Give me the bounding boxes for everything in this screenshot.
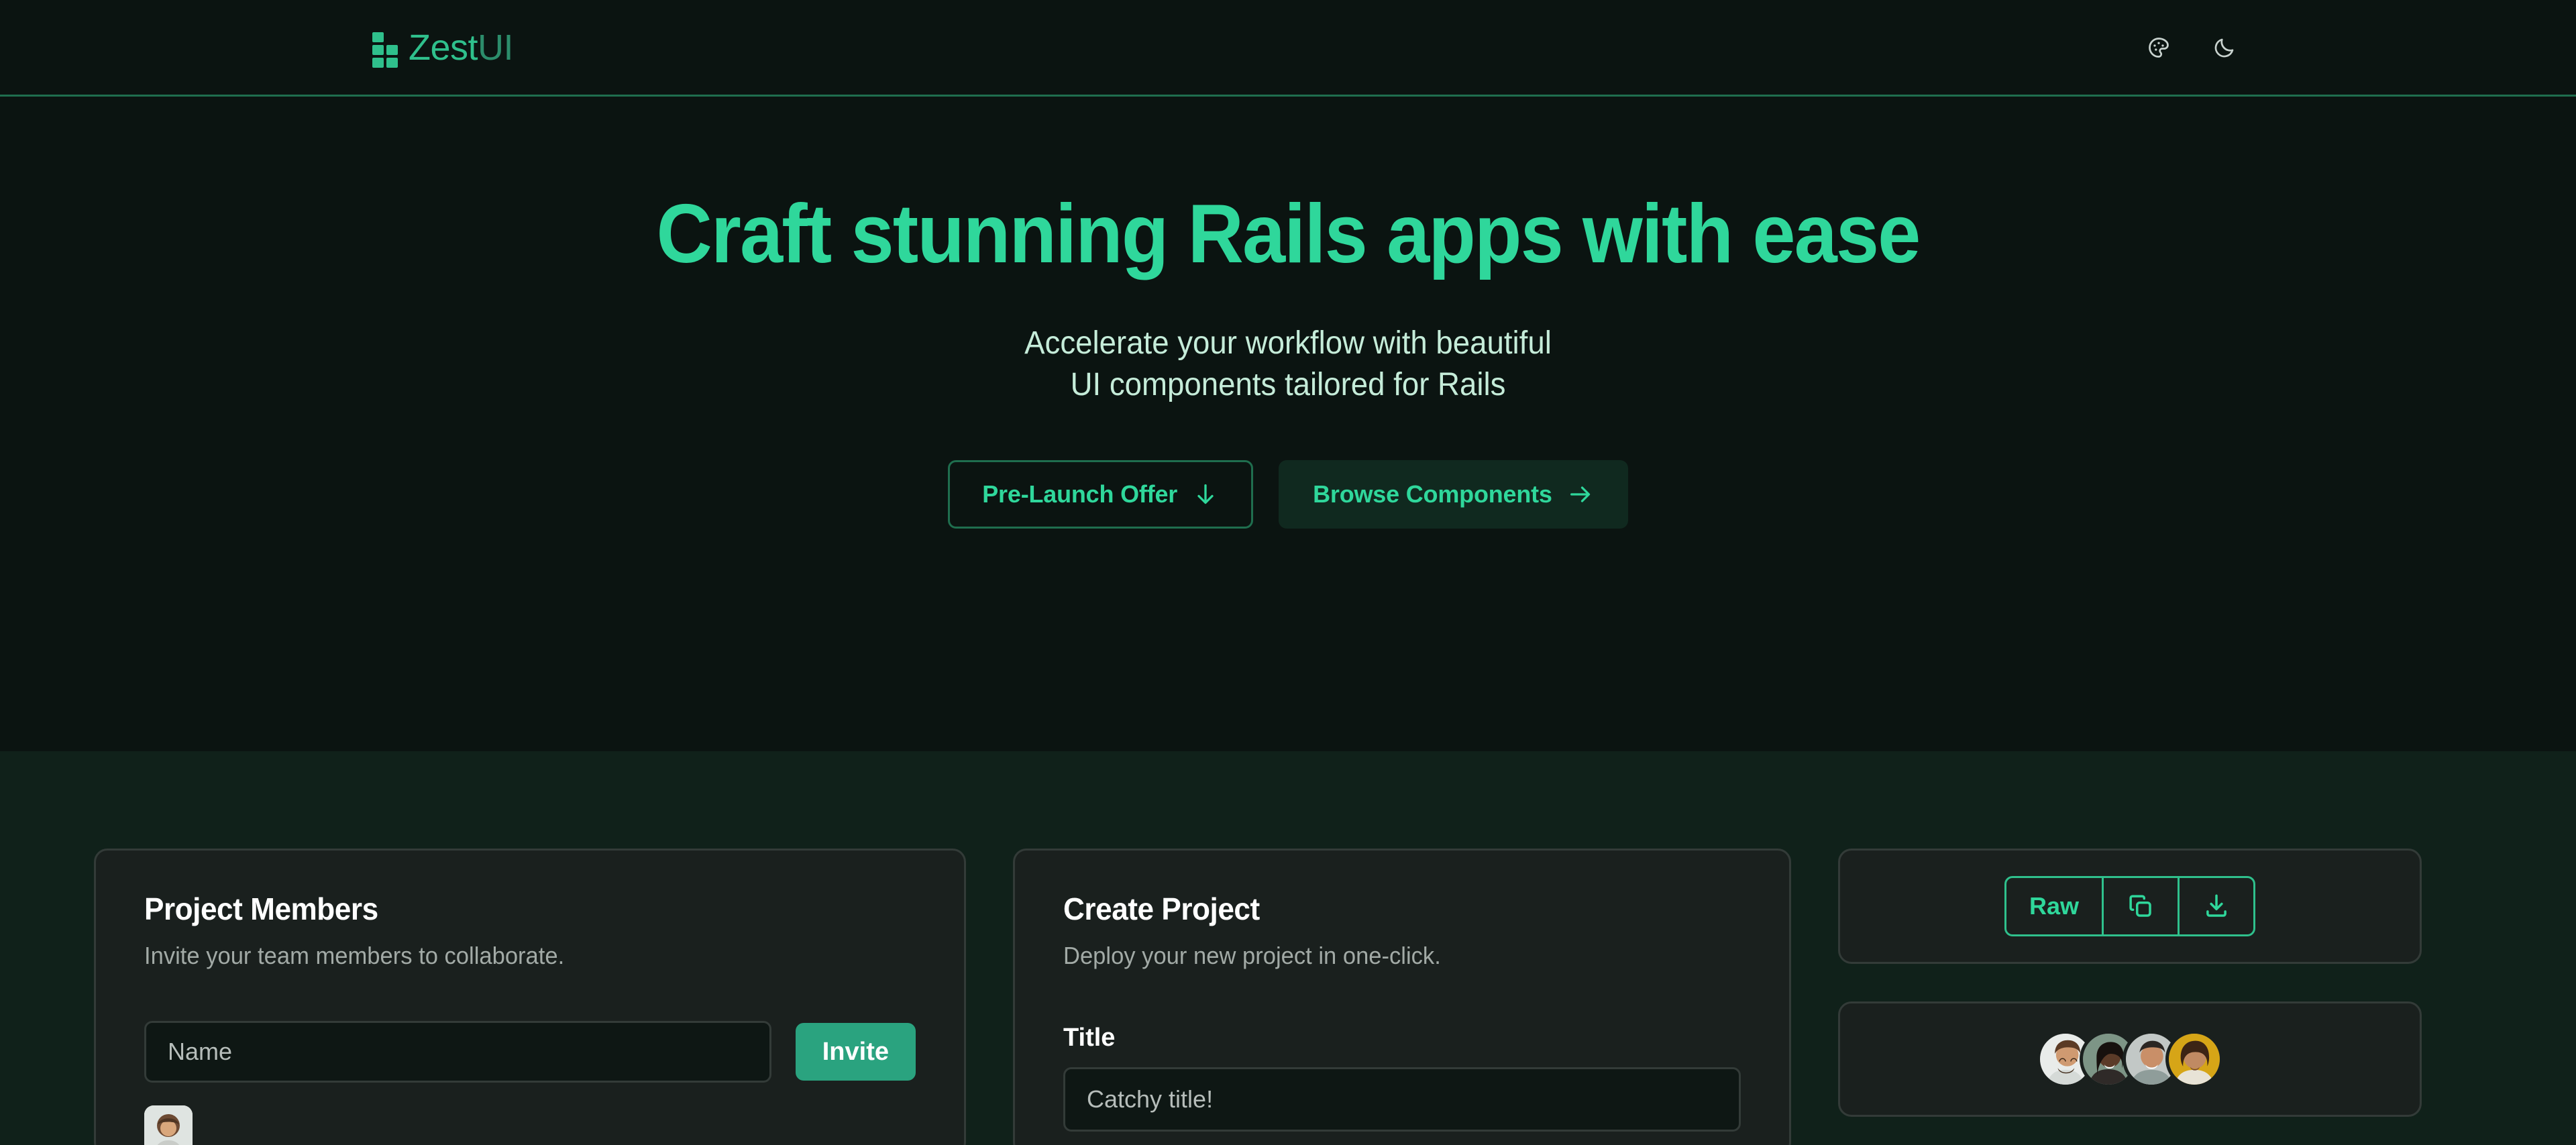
hero-subtitle-line-2: UI components tailored for Rails bbox=[1070, 366, 1506, 402]
hero-subtitle-line-1: Accelerate your workflow with beautiful bbox=[1024, 325, 1552, 362]
header-actions bbox=[2143, 32, 2241, 64]
arrow-right-icon bbox=[1570, 486, 1590, 502]
copy-button[interactable] bbox=[2102, 878, 2178, 934]
hero-subtitle: Accelerate your workflow with beautiful … bbox=[64, 323, 2512, 405]
site-header: ZestUI bbox=[0, 0, 2576, 97]
showcase-section: Project Members Invite your team members… bbox=[0, 751, 2576, 1145]
project-title-input[interactable] bbox=[1063, 1067, 1741, 1132]
invite-field-row: Invite bbox=[144, 1021, 916, 1083]
brand-wordmark: ZestUI bbox=[409, 27, 514, 68]
avatar-image bbox=[144, 1105, 193, 1145]
project-members-description: Invite your team members to collaborate. bbox=[144, 942, 565, 969]
title-field-label: Title bbox=[1063, 1024, 1116, 1052]
pre-launch-offer-label: Pre-Launch Offer bbox=[982, 480, 1178, 508]
create-project-card: Create Project Deploy your new project i… bbox=[1013, 849, 1791, 1145]
page-title: Craft stunning Rails apps with ease bbox=[656, 188, 1921, 280]
brand-name-primary: Zest bbox=[409, 27, 478, 68]
showcase-grid: Project Members Invite your team members… bbox=[94, 751, 2482, 1145]
avatar-image bbox=[2169, 1034, 2220, 1085]
create-project-description: Deploy your new project in one-click. bbox=[1063, 942, 1441, 969]
raw-button[interactable]: Raw bbox=[2006, 878, 2102, 934]
browse-components-button[interactable]: Browse Components bbox=[1279, 460, 1628, 529]
browse-components-label: Browse Components bbox=[1313, 480, 1552, 508]
brand-name-secondary: UI bbox=[478, 27, 514, 68]
copy-icon bbox=[2129, 895, 2151, 917]
code-actions-segmented-group: Raw bbox=[2004, 876, 2256, 936]
brand-logo[interactable]: ZestUI bbox=[372, 27, 514, 68]
member-avatar bbox=[144, 1105, 193, 1145]
create-project-title: Create Project bbox=[1063, 891, 1260, 926]
code-actions-column: Raw bbox=[1838, 849, 2422, 1145]
grid-dots-icon bbox=[372, 32, 399, 68]
project-members-card: Project Members Invite your team members… bbox=[94, 849, 966, 1145]
member-name-input[interactable] bbox=[144, 1021, 771, 1083]
avatar bbox=[2165, 1030, 2223, 1088]
hero-section: Craft stunning Rails apps with ease Acce… bbox=[0, 97, 2576, 751]
pre-launch-offer-button[interactable]: Pre-Launch Offer bbox=[948, 460, 1254, 529]
theme-palette-button[interactable] bbox=[2143, 32, 2175, 64]
palette-icon bbox=[2149, 37, 2169, 58]
download-button[interactable] bbox=[2178, 878, 2253, 934]
arrow-down-icon bbox=[1197, 484, 1214, 504]
download-icon bbox=[2206, 894, 2226, 917]
project-members-title: Project Members bbox=[144, 891, 378, 926]
avatar-group-card bbox=[1838, 1001, 2422, 1117]
invite-button[interactable]: Invite bbox=[795, 1023, 916, 1081]
dark-mode-toggle[interactable] bbox=[2208, 32, 2241, 64]
moon-icon bbox=[2214, 38, 2234, 57]
code-actions-card: Raw bbox=[1838, 849, 2422, 964]
hero-cta-group: Pre-Launch Offer Browse Components bbox=[0, 460, 2576, 529]
avatar-stack bbox=[2037, 1030, 2223, 1088]
